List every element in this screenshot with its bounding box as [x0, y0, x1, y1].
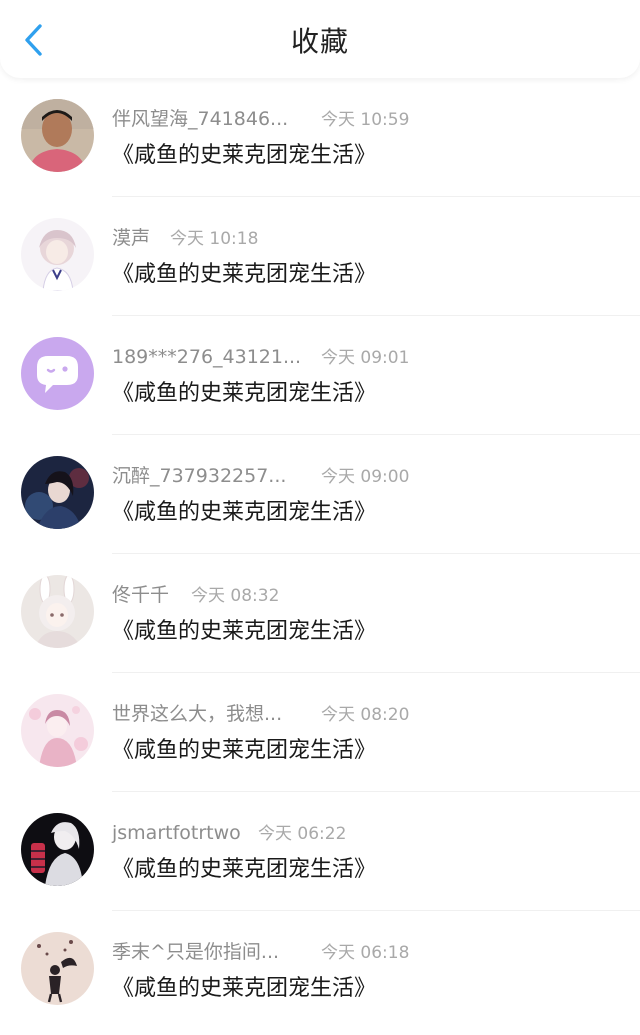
- favorite-time: 今天 10:18: [170, 229, 259, 249]
- user-name: 沉醉_737932257...: [112, 465, 287, 487]
- user-name: 189***276_43121...: [112, 346, 302, 368]
- avatar[interactable]: [21, 694, 94, 767]
- favorite-time: 今天 06:18: [321, 943, 410, 963]
- book-title[interactable]: 《咸鱼的史莱克团宠生活》: [112, 497, 376, 529]
- avatar[interactable]: [21, 218, 94, 291]
- book-title[interactable]: 《咸鱼的史莱克团宠生活》: [112, 973, 376, 1005]
- avatar[interactable]: [21, 813, 94, 886]
- user-name: 季末^只是你指间...: [112, 941, 280, 963]
- list-item[interactable]: jsmartfotrtwo 今天 06:22 《咸鱼的史莱克团宠生活》: [0, 792, 640, 911]
- book-title[interactable]: 《咸鱼的史莱克团宠生活》: [112, 140, 376, 172]
- list-item[interactable]: 189***276_43121... 今天 09:01 《咸鱼的史莱克团宠生活》: [0, 316, 640, 435]
- favorite-time: 今天 09:01: [321, 348, 410, 368]
- favorite-time: 今天 08:20: [321, 705, 410, 725]
- book-title[interactable]: 《咸鱼的史莱克团宠生活》: [112, 259, 376, 291]
- avatar[interactable]: [21, 99, 94, 172]
- book-title[interactable]: 《咸鱼的史莱克团宠生活》: [112, 378, 376, 410]
- list-item[interactable]: 漠声 今天 10:18 《咸鱼的史莱克团宠生活》: [0, 197, 640, 316]
- favorite-time: 今天 10:59: [321, 110, 410, 130]
- book-title[interactable]: 《咸鱼的史莱克团宠生活》: [112, 854, 376, 886]
- favorite-time: 今天 06:22: [258, 824, 347, 844]
- favorite-time: 今天 09:00: [321, 467, 410, 487]
- user-name: 伴风望海_741846...: [112, 108, 289, 130]
- list-item[interactable]: 季末^只是你指间... 今天 06:18 《咸鱼的史莱克团宠生活》: [0, 911, 640, 1030]
- user-name: 世界这么大，我想...: [112, 703, 283, 725]
- page-title: 收藏: [290, 25, 349, 58]
- book-title[interactable]: 《咸鱼的史莱克团宠生活》: [112, 616, 376, 648]
- book-title[interactable]: 《咸鱼的史莱克团宠生活》: [112, 735, 376, 767]
- user-name: jsmartfotrtwo: [112, 822, 241, 844]
- list-item[interactable]: 佟千千 今天 08:32 《咸鱼的史莱克团宠生活》: [0, 554, 640, 673]
- default-avatar[interactable]: [21, 337, 94, 410]
- user-name: 佟千千: [112, 584, 170, 606]
- list-item[interactable]: 伴风望海_741846... 今天 10:59 《咸鱼的史莱克团宠生活》: [0, 78, 640, 197]
- avatar[interactable]: [21, 456, 94, 529]
- list-item[interactable]: 沉醉_737932257... 今天 09:00 《咸鱼的史莱克团宠生活》: [0, 435, 640, 554]
- avatar[interactable]: [21, 575, 94, 648]
- favorite-time: 今天 08:32: [191, 586, 280, 606]
- user-name: 漠声: [112, 227, 151, 249]
- app-header: 收藏: [0, 0, 640, 78]
- list-item[interactable]: 世界这么大，我想... 今天 08:20 《咸鱼的史莱克团宠生活》: [0, 673, 640, 792]
- avatar[interactable]: [21, 932, 94, 1005]
